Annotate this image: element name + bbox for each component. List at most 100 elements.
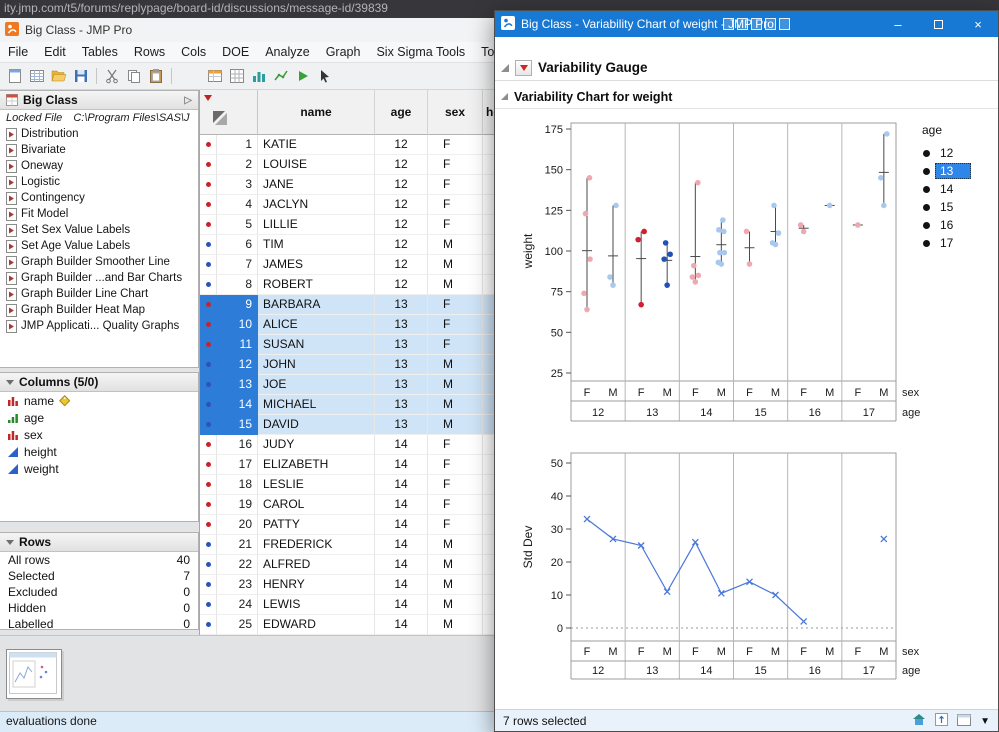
cell-age[interactable]: 13 — [375, 355, 428, 375]
cell-age[interactable]: 14 — [375, 595, 428, 615]
row-number[interactable]: 18 — [217, 475, 258, 495]
column-item-name[interactable]: name — [0, 392, 198, 409]
cell-sex[interactable]: F — [428, 315, 483, 335]
cut-icon[interactable] — [101, 65, 123, 87]
cell-name[interactable]: DAVID — [258, 415, 375, 435]
row-state-cell[interactable] — [200, 175, 217, 195]
row-number[interactable]: 4 — [217, 195, 258, 215]
cell-age[interactable]: 14 — [375, 555, 428, 575]
table-panel-header[interactable]: Big Class ▷ — [0, 91, 198, 110]
save-icon[interactable] — [70, 65, 92, 87]
table-row[interactable]: 1 KATIE 12 F — [200, 135, 500, 155]
row-state-cell[interactable] — [200, 415, 217, 435]
cell-age[interactable]: 14 — [375, 475, 428, 495]
home-icon[interactable] — [912, 713, 926, 729]
paste-icon[interactable] — [145, 65, 167, 87]
cell-age[interactable]: 14 — [375, 615, 428, 635]
legend-item-age-17[interactable]: 17 — [919, 234, 997, 252]
copy-icon[interactable] — [123, 65, 145, 87]
disclosure-icon[interactable] — [501, 93, 508, 100]
row-state-cell[interactable] — [200, 515, 217, 535]
table-row[interactable]: 5 LILLIE 12 F — [200, 215, 500, 235]
row-number[interactable]: 14 — [217, 395, 258, 415]
row-state-cell[interactable] — [200, 435, 217, 455]
cell-name[interactable]: JACLYN — [258, 195, 375, 215]
minimize-button[interactable]: – — [878, 11, 918, 37]
legend-item-age-12[interactable]: 12 — [919, 144, 997, 162]
row-number[interactable]: 6 — [217, 235, 258, 255]
table-script-item[interactable]: Contingency — [0, 190, 198, 206]
table-row[interactable]: 25 EDWARD 14 M — [200, 615, 500, 635]
row-number[interactable]: 5 — [217, 215, 258, 235]
row-state-cell[interactable] — [200, 335, 217, 355]
cell-age[interactable]: 12 — [375, 255, 428, 275]
row-number[interactable]: 17 — [217, 455, 258, 475]
row-number[interactable]: 10 — [217, 315, 258, 335]
cell-name[interactable]: MICHAEL — [258, 395, 375, 415]
cell-sex[interactable]: F — [428, 295, 483, 315]
table-row[interactable]: 22 ALFRED 14 M — [200, 555, 500, 575]
row-state-cell[interactable] — [200, 275, 217, 295]
bar-chart-icon[interactable] — [248, 65, 270, 87]
cell-sex[interactable]: F — [428, 215, 483, 235]
row-state-cell[interactable] — [200, 395, 217, 415]
titlebar-tool-button[interactable] — [751, 18, 762, 30]
cell-name[interactable]: ALICE — [258, 315, 375, 335]
menu-file[interactable]: File — [0, 43, 36, 61]
table-script-item[interactable]: Graph Builder Line Chart — [0, 286, 198, 302]
cell-name[interactable]: KATIE — [258, 135, 375, 155]
rows-panel-header[interactable]: Rows — [0, 533, 198, 552]
row-state-cell[interactable] — [200, 615, 217, 635]
red-triangle-menu[interactable] — [204, 95, 212, 101]
table-row[interactable]: 23 HENRY 14 M — [200, 575, 500, 595]
cell-sex[interactable]: M — [428, 535, 483, 555]
table-script-item[interactable]: Set Sex Value Labels — [0, 222, 198, 238]
table-script-item[interactable]: Bivariate — [0, 142, 198, 158]
grid-corner-cell[interactable] — [200, 90, 258, 135]
close-button[interactable]: × — [958, 11, 998, 37]
cell-name[interactable]: FREDERICK — [258, 535, 375, 555]
cell-name[interactable]: LOUISE — [258, 155, 375, 175]
maximize-button[interactable] — [918, 11, 958, 37]
cell-age[interactable]: 14 — [375, 575, 428, 595]
open-file-icon[interactable] — [48, 65, 70, 87]
row-state-cell[interactable] — [200, 255, 217, 275]
cell-name[interactable]: JANE — [258, 175, 375, 195]
table-row[interactable]: 15 DAVID 13 M — [200, 415, 500, 435]
cell-name[interactable]: ALFRED — [258, 555, 375, 575]
menu-analyze[interactable]: Analyze — [257, 43, 317, 61]
cell-age[interactable]: 14 — [375, 535, 428, 555]
cell-name[interactable]: PATTY — [258, 515, 375, 535]
row-state-cell[interactable] — [200, 555, 217, 575]
cell-sex[interactable]: M — [428, 615, 483, 635]
table-row[interactable]: 12 JOHN 13 M — [200, 355, 500, 375]
table-row[interactable]: 17 ELIZABETH 14 F — [200, 455, 500, 475]
row-state-cell[interactable] — [200, 235, 217, 255]
column-item-height[interactable]: height — [0, 443, 198, 460]
disclosure-icon[interactable] — [501, 63, 509, 72]
row-state-cell[interactable] — [200, 495, 217, 515]
row-state-cell[interactable] — [200, 535, 217, 555]
row-state-cell[interactable] — [200, 355, 217, 375]
panel-collapse-icon[interactable]: ▷ — [184, 95, 192, 106]
cell-sex[interactable]: M — [428, 235, 483, 255]
row-number[interactable]: 9 — [217, 295, 258, 315]
row-state-cell[interactable] — [200, 455, 217, 475]
row-number[interactable]: 15 — [217, 415, 258, 435]
table-row[interactable]: 9 BARBARA 13 F — [200, 295, 500, 315]
cell-name[interactable]: SUSAN — [258, 335, 375, 355]
cell-name[interactable]: BARBARA — [258, 295, 375, 315]
row-number[interactable]: 16 — [217, 435, 258, 455]
cell-sex[interactable]: F — [428, 435, 483, 455]
table-row[interactable]: 14 MICHAEL 13 M — [200, 395, 500, 415]
cell-sex[interactable]: F — [428, 495, 483, 515]
cell-sex[interactable]: M — [428, 375, 483, 395]
table-row[interactable]: 3 JANE 12 F — [200, 175, 500, 195]
row-number[interactable]: 23 — [217, 575, 258, 595]
table-row[interactable]: 6 TIM 12 M — [200, 235, 500, 255]
cell-name[interactable]: JUDY — [258, 435, 375, 455]
table-row[interactable]: 2 LOUISE 12 F — [200, 155, 500, 175]
cell-age[interactable]: 12 — [375, 275, 428, 295]
column-item-age[interactable]: age — [0, 409, 198, 426]
cursor-icon[interactable] — [314, 65, 336, 87]
